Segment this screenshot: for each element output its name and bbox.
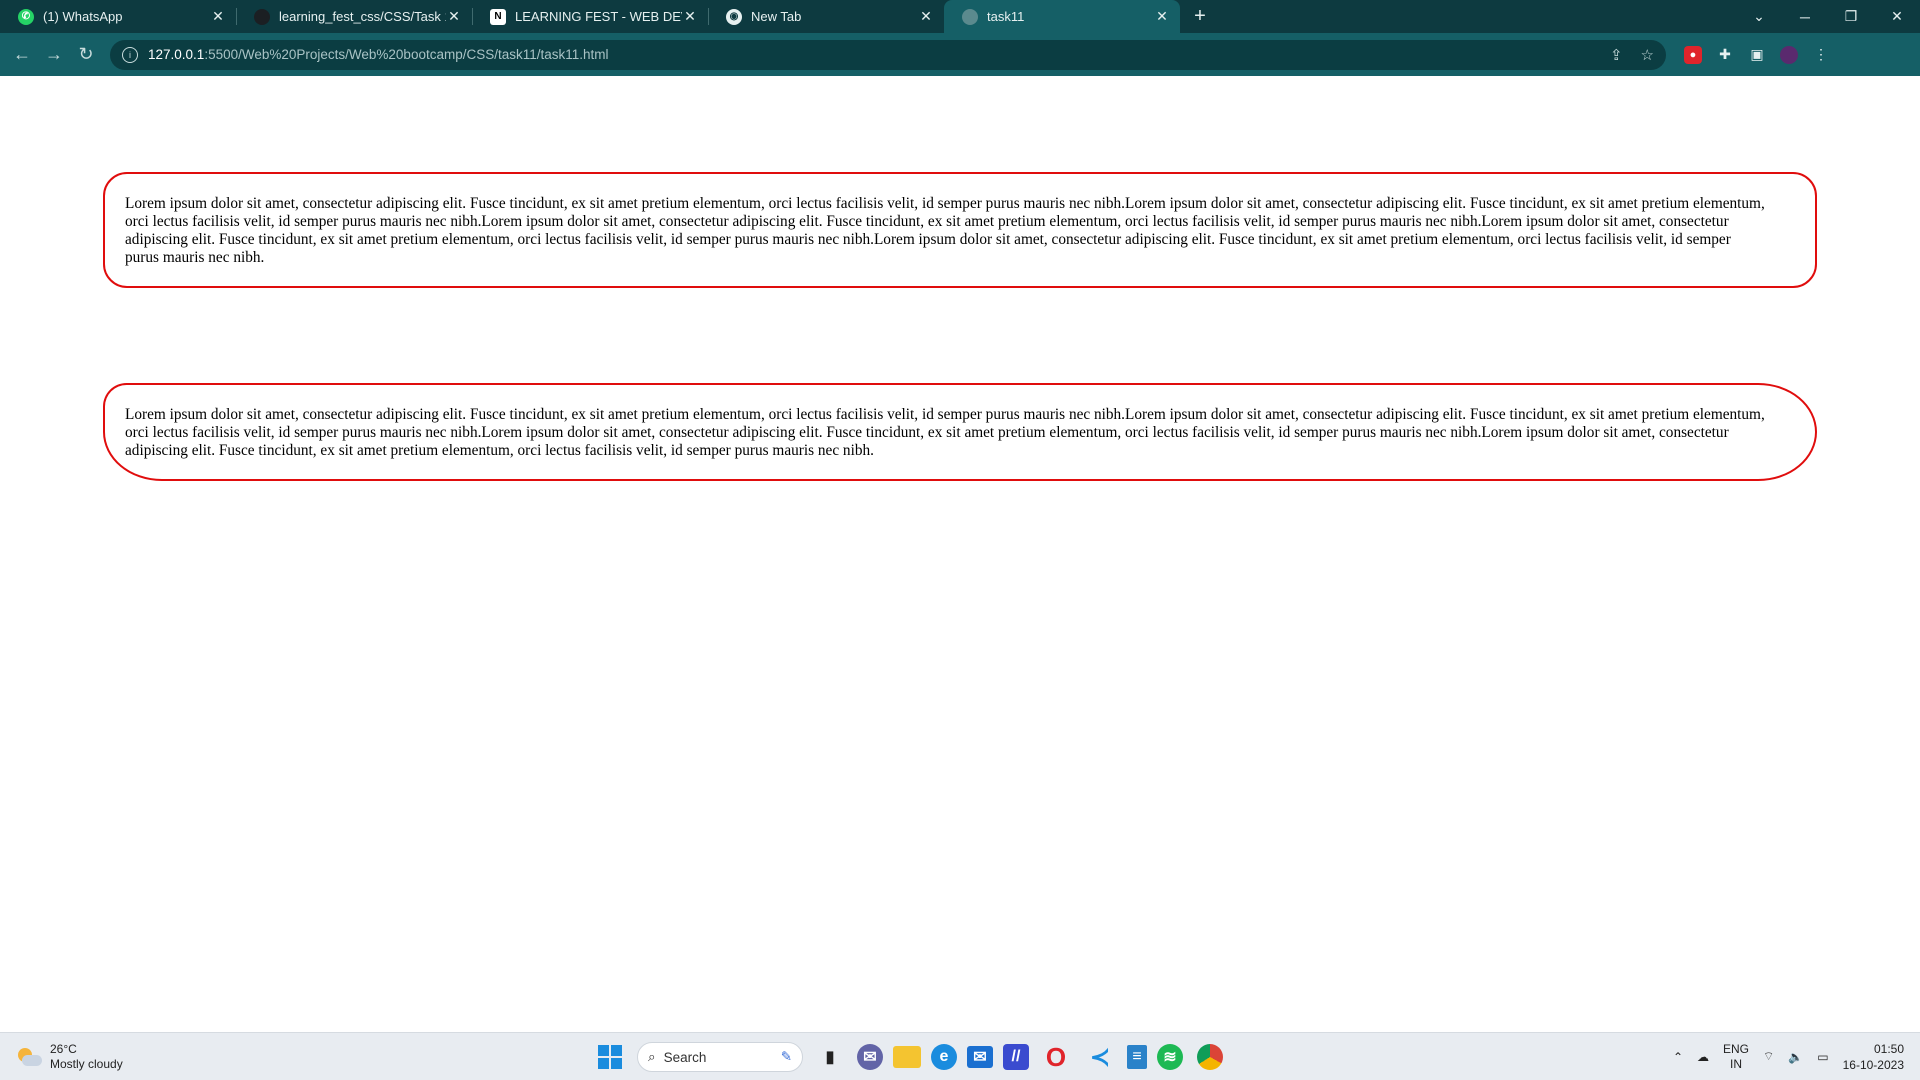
app-icon[interactable]: // — [1003, 1044, 1029, 1070]
weather-condition: Mostly cloudy — [50, 1057, 123, 1071]
avatar[interactable] — [1780, 45, 1798, 64]
chrome-icon[interactable] — [1193, 1040, 1227, 1074]
forward-button[interactable]: → — [38, 39, 70, 71]
weather-temp: 26°C — [50, 1042, 77, 1056]
vscode-icon[interactable]: ≺ — [1083, 1040, 1117, 1074]
tab-github[interactable]: learning_fest_css/CSS/Task 11/ta ✕ — [236, 0, 472, 33]
cloud-sync-icon[interactable]: ☁ — [1697, 1050, 1709, 1064]
region-code: IN — [1730, 1056, 1743, 1071]
chevron-up-icon[interactable]: ⌃ — [1673, 1050, 1683, 1064]
tab-strip: ✆ (1) WhatsApp ✕ learning_fest_css/CSS/T… — [0, 0, 1920, 33]
spotify-icon[interactable]: ≋ — [1157, 1044, 1183, 1070]
close-window-button[interactable]: ✕ — [1874, 0, 1920, 33]
reload-button[interactable]: ↻ — [70, 39, 102, 71]
tab-search-icon[interactable]: ⌄ — [1736, 0, 1782, 33]
menu-icon[interactable]: ⋮ — [1812, 46, 1830, 64]
taskbar-apps: ⌕ Search ✎ ▮ ✉ e ✉ // O ≺ ≡ ≋ — [593, 1040, 1227, 1074]
volume-icon[interactable]: 🔈 — [1788, 1050, 1803, 1064]
system-tray: ⌃ ☁ ENG IN ⌔ 🔈 ▭ 01:50 16-10-2023 — [1673, 1033, 1920, 1080]
close-icon[interactable]: ✕ — [918, 8, 934, 25]
notion-icon: N — [490, 8, 506, 25]
paragraph-text: Lorem ipsum dolor sit amet, consectetur … — [125, 195, 1765, 266]
close-icon[interactable]: ✕ — [446, 8, 462, 25]
tab-title: (1) WhatsApp — [43, 9, 123, 24]
new-tab-button[interactable]: + — [1180, 0, 1220, 33]
globe-icon — [962, 8, 978, 25]
close-icon[interactable]: ✕ — [682, 8, 698, 25]
extensions-area: ● ✚ ▣ ⋮ — [1684, 45, 1830, 64]
url-path: :5500/Web%20Projects/Web%20bootcamp/CSS/… — [204, 47, 609, 62]
clock-date: 16-10-2023 — [1842, 1057, 1904, 1072]
puzzle-icon[interactable]: ✚ — [1716, 46, 1734, 64]
language-indicator[interactable]: ENG IN — [1723, 1042, 1749, 1072]
bookmark-star-icon[interactable]: ☆ — [1641, 46, 1654, 64]
whatsapp-icon: ✆ — [18, 8, 34, 25]
search-highlight-icon: ✎ — [780, 1049, 792, 1064]
tab-notion[interactable]: N LEARNING FEST - WEB DEVELOP ✕ — [472, 0, 708, 33]
url-host: 127.0.0.1 — [148, 47, 205, 62]
file-explorer-icon[interactable] — [893, 1046, 921, 1068]
tab-new-tab[interactable]: ◉ New Tab ✕ — [708, 0, 944, 33]
tab-task11[interactable]: task11 ✕ — [944, 0, 1180, 33]
clock[interactable]: 01:50 16-10-2023 — [1843, 1041, 1904, 1073]
weather-icon — [16, 1046, 42, 1068]
back-button[interactable]: ← — [6, 39, 38, 71]
bordered-box-rounded: Lorem ipsum dolor sit amet, consectetur … — [103, 172, 1817, 288]
edge-icon[interactable]: e — [931, 1044, 957, 1070]
task-view-icon[interactable]: ▮ — [813, 1040, 847, 1074]
mail-icon[interactable]: ✉ — [967, 1046, 993, 1068]
bordered-box-asymmetric: Lorem ipsum dolor sit amet, consectetur … — [103, 383, 1817, 481]
search-icon: ⌕ — [648, 1049, 656, 1064]
battery-icon[interactable]: ▭ — [1817, 1050, 1828, 1064]
weather-widget[interactable]: 26°C Mostly cloudy — [16, 1042, 123, 1072]
side-panel-icon[interactable]: ▣ — [1748, 46, 1766, 64]
browser-toolbar: ← → ↻ i 127.0.0.1:5500/Web%20Projects/We… — [0, 33, 1920, 76]
tab-title: LEARNING FEST - WEB DEVELOP — [515, 9, 682, 24]
notepad-icon[interactable]: ≡ — [1127, 1045, 1147, 1069]
extension-icon[interactable]: ● — [1684, 45, 1702, 64]
window-controls: ⌄ ─ ❐ ✕ — [1736, 0, 1920, 33]
restore-button[interactable]: ❐ — [1828, 0, 1874, 33]
share-icon[interactable]: ⇪ — [1610, 46, 1623, 64]
tab-title: task11 — [987, 9, 1025, 24]
taskbar: 26°C Mostly cloudy ⌕ Search ✎ ▮ ✉ e ✉ //… — [0, 1032, 1920, 1080]
info-icon[interactable]: i — [122, 46, 138, 63]
wifi-icon[interactable]: ⌔ — [1763, 1049, 1774, 1064]
windows-start-icon[interactable] — [593, 1040, 627, 1074]
paragraph-text: Lorem ipsum dolor sit amet, consectetur … — [125, 406, 1765, 459]
address-bar[interactable]: i 127.0.0.1:5500/Web%20Projects/Web%20bo… — [110, 39, 1666, 70]
clock-time: 01:50 — [1873, 1041, 1904, 1056]
chrome-icon: ◉ — [726, 8, 742, 25]
close-icon[interactable]: ✕ — [210, 8, 226, 25]
taskbar-search[interactable]: ⌕ Search ✎ — [637, 1042, 803, 1072]
close-icon[interactable]: ✕ — [1154, 8, 1170, 25]
opera-icon[interactable]: O — [1039, 1040, 1073, 1074]
tab-whatsapp[interactable]: ✆ (1) WhatsApp ✕ — [0, 0, 236, 33]
search-label: Search — [663, 1049, 707, 1065]
teams-chat-icon[interactable]: ✉ — [857, 1044, 883, 1070]
minimize-button[interactable]: ─ — [1782, 0, 1828, 33]
tab-title: learning_fest_css/CSS/Task 11/ta — [279, 9, 446, 24]
tab-title: New Tab — [751, 9, 802, 24]
github-icon — [254, 8, 270, 25]
language-code: ENG — [1723, 1041, 1750, 1056]
